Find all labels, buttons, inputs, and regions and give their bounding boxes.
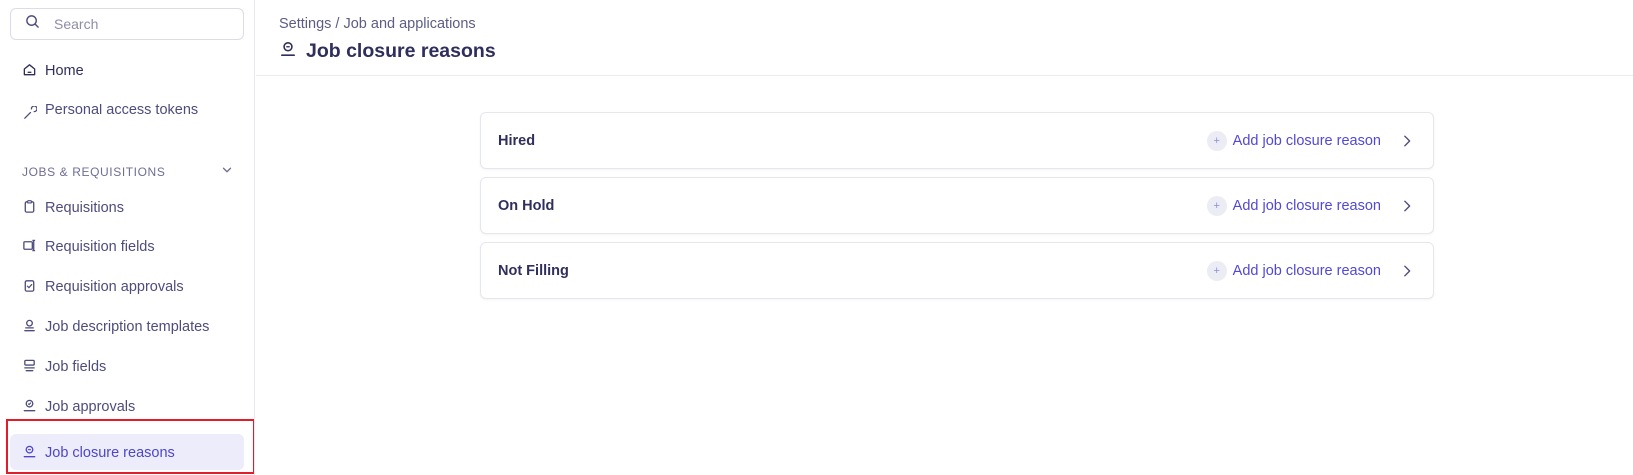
search-icon <box>25 14 40 34</box>
page-title: Job closure reasons <box>306 40 496 62</box>
sidebar-item-label: Requisition fields <box>45 239 155 255</box>
job-fields-icon <box>22 358 45 377</box>
sidebar-item-label: Personal access tokens <box>45 104 199 118</box>
plus-icon: + <box>1206 130 1227 151</box>
add-button-label: Add job closure reason <box>1232 132 1381 149</box>
reason-card-on-hold[interactable]: On Hold + Add job closure reason <box>480 177 1434 234</box>
page-header: Job closure reasons <box>279 40 496 63</box>
search-input[interactable]: Search <box>10 8 244 40</box>
chevron-right-icon[interactable] <box>1397 261 1417 281</box>
reason-card-hired[interactable]: Hired + Add job closure reason <box>480 112 1434 169</box>
clipboard-icon <box>22 199 45 218</box>
add-job-closure-reason-button[interactable]: + Add job closure reason <box>1206 195 1381 216</box>
sidebar-item-job-description-templates[interactable]: Job description templates <box>22 315 209 339</box>
sidebar-item-job-closure-reasons[interactable]: Job closure reasons <box>22 441 175 465</box>
job-approvals-icon <box>22 398 45 417</box>
reason-card-not-filling[interactable]: Not Filling + Add job closure reason <box>480 242 1434 299</box>
clipboard-check-icon <box>22 278 45 297</box>
chevron-right-icon[interactable] <box>1397 196 1417 216</box>
plus-icon: + <box>1206 260 1227 281</box>
key-icon <box>22 105 45 120</box>
breadcrumb: Settings / Job and applications <box>279 16 476 32</box>
reason-label: Not Filling <box>498 262 569 279</box>
sidebar-item-label: Job fields <box>45 359 107 375</box>
fields-icon <box>22 238 45 257</box>
section-title: JOBS & REQUISITIONS <box>22 164 166 179</box>
main-content: Settings / Job and applications Job clos… <box>256 0 1633 475</box>
header-divider <box>256 75 1633 76</box>
add-job-closure-reason-button[interactable]: + Add job closure reason <box>1206 260 1381 281</box>
chevron-down-icon <box>220 163 234 180</box>
add-button-label: Add job closure reason <box>1232 197 1381 214</box>
sidebar-item-label: Requisitions <box>45 200 124 216</box>
section-header-jobs-requisitions[interactable]: JOBS & REQUISITIONS <box>22 163 234 180</box>
sidebar-item-job-fields[interactable]: Job fields <box>22 355 106 379</box>
sidebar-item-label: Job closure reasons <box>45 445 175 461</box>
chevron-right-icon[interactable] <box>1397 131 1417 151</box>
sidebar-item-label: Requisition approvals <box>45 279 184 295</box>
search-placeholder: Search <box>54 16 99 32</box>
sidebar-item-requisitions[interactable]: Requisitions <box>22 196 124 220</box>
home-icon <box>22 62 45 81</box>
plus-icon: + <box>1206 195 1227 216</box>
add-button-label: Add job closure reason <box>1232 262 1381 279</box>
sidebar-item-home[interactable]: Home <box>22 59 84 83</box>
job-closure-icon <box>22 444 45 463</box>
job-template-icon <box>22 318 45 337</box>
sidebar-item-label: Job approvals <box>45 399 136 415</box>
sidebar-item-requisition-fields[interactable]: Requisition fields <box>22 235 155 259</box>
sidebar-item-personal-access-tokens[interactable]: Personal access tokens <box>22 104 198 120</box>
job-closure-icon <box>279 40 306 63</box>
sidebar: Search Home Personal access tokens JOBS … <box>0 0 255 475</box>
sidebar-item-requisition-approvals[interactable]: Requisition approvals <box>22 275 184 299</box>
sidebar-item-label: Job description templates <box>45 319 210 335</box>
sidebar-item-label: Home <box>45 63 84 79</box>
reason-label: Hired <box>498 132 536 149</box>
reason-label: On Hold <box>498 197 555 214</box>
add-job-closure-reason-button[interactable]: + Add job closure reason <box>1206 130 1381 151</box>
sidebar-item-job-approvals[interactable]: Job approvals <box>22 395 135 419</box>
